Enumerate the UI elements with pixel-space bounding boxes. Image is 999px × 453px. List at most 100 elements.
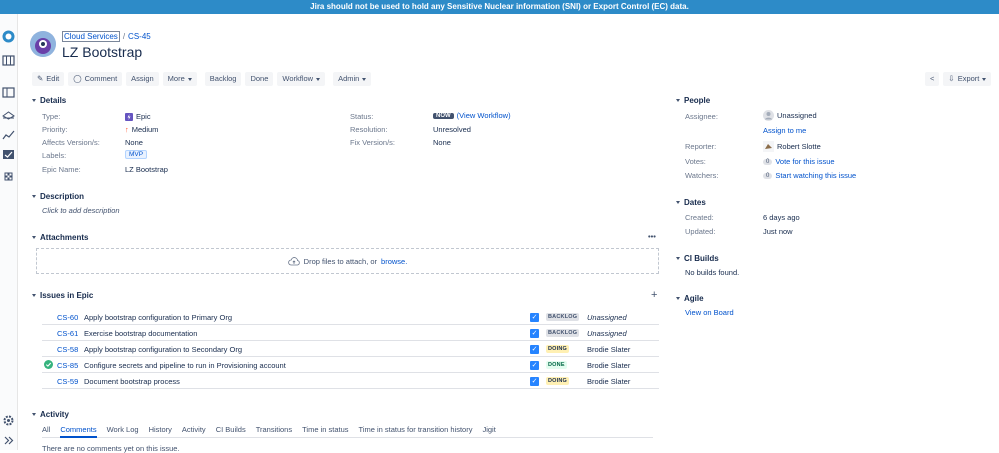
tab-all[interactable]: All <box>42 424 50 438</box>
tab-time-in-status-for-transition-history[interactable]: Time in status for transition history <box>359 424 473 438</box>
tab-ci-builds[interactable]: CI Builds <box>216 424 246 438</box>
issue-key-link[interactable]: CS-60 <box>57 313 78 322</box>
comment-button[interactable]: ◯ Comment <box>68 72 123 86</box>
vote-link[interactable]: Vote for this issue <box>775 157 834 166</box>
issue-title[interactable]: LZ Bootstrap <box>62 44 142 60</box>
tab-time-in-status[interactable]: Time in status <box>302 424 348 438</box>
add-issue-icon[interactable]: + <box>651 289 657 301</box>
releases-icon[interactable] <box>2 108 15 121</box>
view-on-board-link[interactable]: View on Board <box>685 308 734 317</box>
reporter-value[interactable]: Robert Slotte <box>763 141 821 152</box>
board-icon[interactable] <box>2 54 15 67</box>
issue-summary[interactable]: Configure secrets and pipeline to run in… <box>84 361 286 370</box>
workflow-button[interactable]: Workflow <box>277 72 326 86</box>
breadcrumb-project-link[interactable]: Cloud Services <box>62 31 120 42</box>
components-icon[interactable] <box>2 170 15 183</box>
more-label: More <box>167 74 185 83</box>
reports-icon[interactable] <box>2 128 15 141</box>
dates-section-header[interactable]: Dates <box>676 198 706 207</box>
attachments-section-header[interactable]: Attachments <box>32 233 88 242</box>
settings-gear-icon[interactable] <box>2 414 15 427</box>
jira-logo-icon[interactable] <box>2 30 15 43</box>
project-avatar[interactable] <box>30 31 56 57</box>
created-label: Created: <box>685 213 714 222</box>
more-options-icon[interactable]: ••• <box>648 232 656 241</box>
assign-button[interactable]: Assign <box>126 72 159 86</box>
reporter-avatar-icon <box>763 141 774 152</box>
admin-button[interactable]: Admin <box>333 72 372 86</box>
affects-version-value: None <box>125 138 143 147</box>
collapse-icon <box>32 99 36 102</box>
tab-history[interactable]: History <box>149 424 172 438</box>
issue-assignee: Brodie Slater <box>587 361 631 370</box>
collapse-icon <box>676 201 680 204</box>
issue-key-link[interactable]: CS-59 <box>57 377 78 386</box>
activity-section-header[interactable]: Activity <box>32 410 69 419</box>
issue-assignee: Brodie Slater <box>587 345 631 354</box>
tab-activity[interactable]: Activity <box>182 424 206 438</box>
share-button[interactable]: < <box>925 72 940 86</box>
label-pill[interactable]: MVP <box>125 150 148 159</box>
tab-jigit[interactable]: Jigit <box>482 424 495 438</box>
breadcrumb-issue-link[interactable]: CS-45 <box>128 32 151 41</box>
cloud-upload-icon <box>287 256 300 265</box>
export-button[interactable]: ⇩ Export <box>943 72 992 86</box>
table-row[interactable]: CS-59 Document bootstrap process ✓ DOING Bro… <box>42 373 659 389</box>
issue-key-link[interactable]: CS-58 <box>57 345 78 354</box>
tab-work-log[interactable]: Work Log <box>107 424 139 438</box>
status-badge: DOING <box>546 345 570 353</box>
watch-link[interactable]: Start watching this issue <box>775 171 856 180</box>
updated-value: Just now <box>763 227 793 236</box>
description-section-header[interactable]: Description <box>32 192 84 201</box>
tab-comments[interactable]: Comments <box>60 424 97 438</box>
backlog-icon[interactable] <box>2 86 15 99</box>
edit-button[interactable]: ✎ Edit <box>32 72 65 86</box>
issue-summary[interactable]: Exercise bootstrap documentation <box>84 329 197 338</box>
more-button[interactable]: More <box>162 72 197 86</box>
ci-builds-section-header[interactable]: CI Builds <box>676 254 719 263</box>
workflow-label: Workflow <box>282 74 314 83</box>
labels-label: Labels: <box>42 151 67 160</box>
issues-in-epic-section-header[interactable]: Issues in Epic <box>32 291 93 300</box>
done-button[interactable]: Done <box>245 72 274 86</box>
left-sidebar <box>0 14 18 450</box>
dates-heading: Dates <box>684 198 706 207</box>
epic-icon <box>125 112 133 121</box>
issue-summary[interactable]: Document bootstrap process <box>84 377 180 386</box>
issue-summary[interactable]: Apply bootstrap configuration to Primary… <box>84 313 232 322</box>
updated-label: Updated: <box>685 227 716 236</box>
created-value: 6 days ago <box>763 213 800 222</box>
table-row[interactable]: CS-85 Configure secrets and pipeline to r… <box>42 357 659 373</box>
expand-sidebar-icon[interactable] <box>2 434 15 447</box>
browse-link[interactable]: browse. <box>381 257 407 266</box>
assign-to-me-link[interactable]: Assign to me <box>763 126 806 135</box>
backlog-button[interactable]: Backlog <box>204 72 242 86</box>
export-label: Export <box>957 74 980 83</box>
status-badge[interactable]: NOW <box>433 112 454 119</box>
issue-key-link[interactable]: CS-61 <box>57 329 78 338</box>
issue-key-link[interactable]: CS-85 <box>57 361 78 370</box>
breadcrumb: Cloud Services / CS-45 <box>62 31 151 42</box>
status-badge: DONE <box>546 361 567 369</box>
resolution-label: Resolution: <box>350 125 388 134</box>
issue-type-icon: ✓ <box>530 361 539 370</box>
table-row[interactable]: CS-61 Exercise bootstrap documentation ✓ BA… <box>42 325 659 341</box>
assignee-value[interactable]: Unassigned <box>763 110 817 121</box>
affects-version-label: Affects Version/s: <box>42 138 100 147</box>
agile-section-header[interactable]: Agile <box>676 294 704 303</box>
view-workflow-link[interactable]: (View Workflow) <box>457 111 511 120</box>
priority-text: Medium <box>131 125 159 134</box>
issues-icon[interactable] <box>2 148 15 161</box>
attachment-dropzone[interactable]: Drop files to attach, or browse. <box>36 248 659 274</box>
description-placeholder[interactable]: Click to add description <box>42 206 120 215</box>
tab-transitions[interactable]: Transitions <box>256 424 292 438</box>
details-section-header[interactable]: Details <box>32 96 66 105</box>
people-section-header[interactable]: People <box>676 96 710 105</box>
table-row[interactable]: CS-58 Apply bootstrap configuration to Se… <box>42 341 659 357</box>
reporter-text: Robert Slotte <box>777 142 821 151</box>
collapse-icon <box>32 413 36 416</box>
arrow-up-icon: ↑ <box>125 125 129 134</box>
table-row[interactable]: CS-60 Apply bootstrap configuration to Pr… <box>42 309 659 325</box>
issue-summary[interactable]: Apply bootstrap configuration to Seconda… <box>84 345 242 354</box>
status-badge: DOING <box>546 377 570 385</box>
